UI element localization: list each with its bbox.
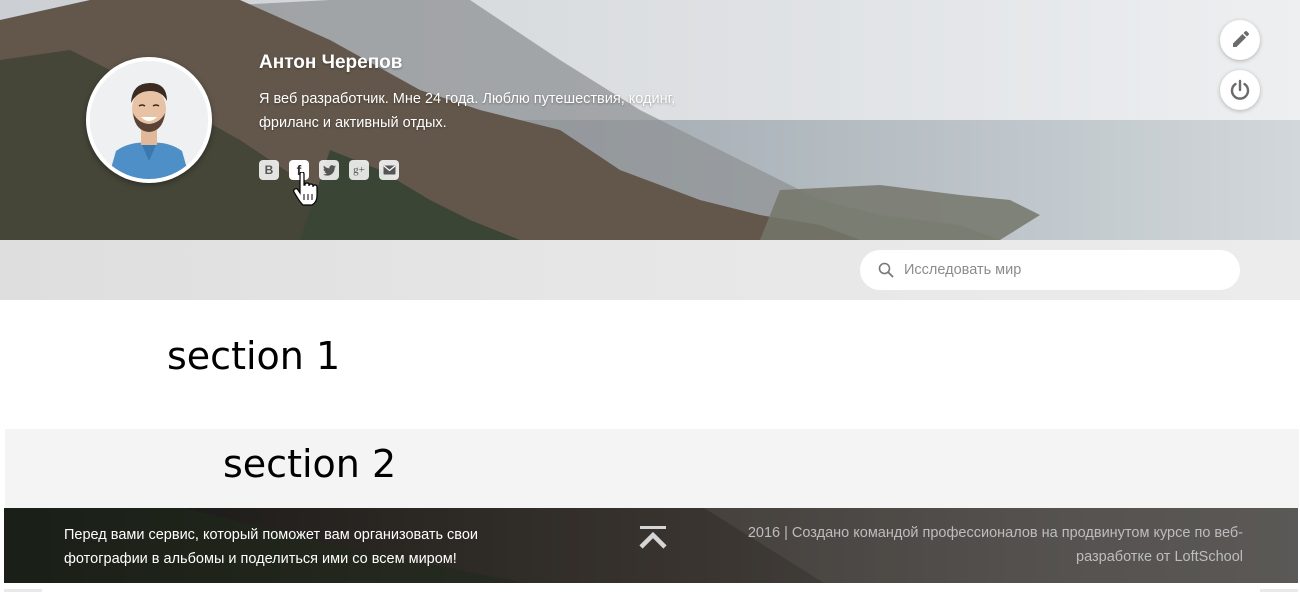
- logout-button[interactable]: [1220, 70, 1260, 110]
- edit-profile-button[interactable]: [1220, 20, 1260, 60]
- mail-icon: [383, 165, 395, 175]
- twitter-icon: [322, 164, 336, 176]
- search-icon: [878, 262, 894, 278]
- avatar-photo: [90, 61, 208, 179]
- hand-cursor-icon: [293, 172, 318, 206]
- footer-description: Перед вами сервис, который поможет вам о…: [64, 527, 479, 567]
- footer: Перед вами сервис, который поможет вам о…: [4, 508, 1298, 583]
- section-1-title: section 1: [167, 334, 341, 378]
- social-links: B f g+: [259, 160, 399, 180]
- search-input[interactable]: [904, 262, 1224, 278]
- vk-icon: B: [264, 163, 274, 177]
- bottom-edge-mark-right: [1260, 589, 1298, 592]
- power-icon: [1230, 79, 1250, 100]
- bottom-edge-mark-left: [4, 589, 42, 592]
- google-plus-icon: g+: [353, 164, 365, 176]
- twitter-link[interactable]: [319, 160, 339, 180]
- section-2-title: section 2: [223, 442, 397, 486]
- pencil-icon: [1233, 31, 1249, 47]
- profile-header: Антон Черепов Я веб разработчик. Мне 24 …: [0, 0, 1300, 240]
- avatar: [86, 57, 212, 183]
- mail-link[interactable]: [379, 160, 399, 180]
- section-2: section 2: [5, 429, 1299, 508]
- profile-description: Я веб разработчик. Мне 24 года. Люблю пу…: [259, 91, 676, 131]
- google-plus-link[interactable]: g+: [349, 160, 369, 180]
- chevron-up-icon: [639, 526, 667, 549]
- vk-link[interactable]: B: [259, 160, 279, 180]
- scroll-to-top-button[interactable]: [639, 525, 667, 554]
- search-bar: [0, 240, 1300, 300]
- search-field[interactable]: [860, 250, 1240, 290]
- footer-copyright: 2016 | Создано командой профессионалов н…: [747, 525, 1243, 565]
- section-1: section 1: [0, 300, 1300, 429]
- profile-name: Антон Черепов: [259, 52, 403, 73]
